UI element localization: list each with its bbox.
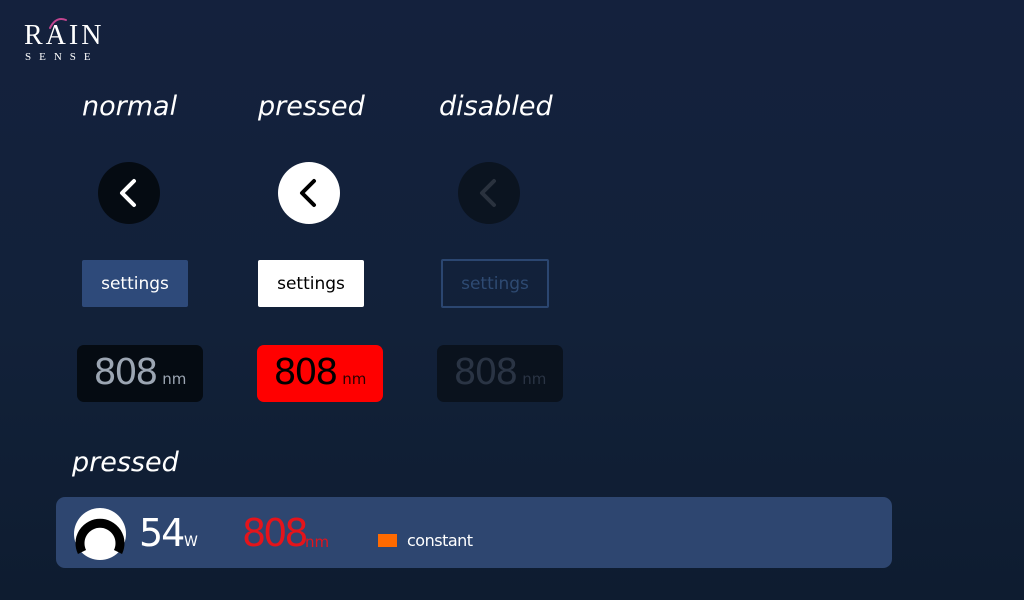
status-wavelength-value: 808	[242, 511, 309, 555]
mode-label: constant	[407, 531, 473, 550]
chevron-left-icon	[120, 179, 136, 207]
back-button-disabled	[458, 162, 520, 224]
heading-normal: normal	[82, 91, 178, 122]
status-wavelength-unit: nm	[305, 533, 330, 551]
back-button-normal[interactable]	[98, 162, 160, 224]
chevron-left-icon	[300, 179, 316, 207]
chevron-left-icon	[480, 179, 496, 207]
power-unit: W	[184, 534, 198, 550]
logo-main-text: RAIN	[24, 20, 105, 51]
wavelength-unit: nm	[342, 370, 367, 388]
power-gauge-icon	[74, 508, 126, 560]
mode-color-swatch	[378, 534, 397, 547]
heading-disabled: disabled	[439, 91, 553, 122]
wavelength-button-normal[interactable]: 808 nm	[77, 345, 203, 402]
wavelength-unit: nm	[162, 370, 187, 388]
heading-pressed: pressed	[258, 91, 365, 122]
logo-sub-text: SENSE	[25, 51, 99, 63]
rainsense-logo: RAIN SENSE	[24, 18, 114, 64]
wavelength-unit: nm	[522, 370, 547, 388]
power-value: 54	[139, 511, 185, 555]
heading-status-pressed: pressed	[72, 447, 179, 478]
wavelength-button-pressed[interactable]: 808 nm	[257, 345, 383, 402]
wavelength-value: 808	[93, 352, 159, 393]
wavelength-button-disabled: 808 nm	[437, 345, 563, 402]
status-bar-pressed[interactable]: 54 W 808 nm constant	[56, 497, 892, 568]
wavelength-value: 808	[453, 352, 519, 393]
back-button-pressed[interactable]	[278, 162, 340, 224]
wavelength-value: 808	[273, 352, 339, 393]
settings-button-disabled: settings	[441, 259, 549, 308]
settings-button-normal[interactable]: settings	[82, 260, 188, 307]
settings-button-pressed[interactable]: settings	[258, 260, 364, 307]
